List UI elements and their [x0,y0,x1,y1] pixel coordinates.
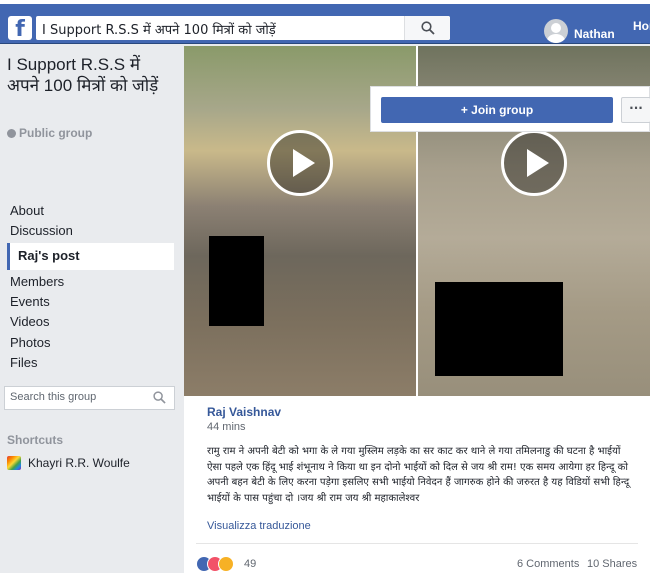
nav-about[interactable]: About [10,201,44,221]
more-options-button[interactable]: ··· [621,97,650,123]
divider [196,543,638,544]
search-button[interactable] [404,16,450,40]
search-icon [153,391,166,404]
group-title[interactable]: I Support R.S.S में अपने 100 मित्रों को … [7,54,167,96]
rainbow-icon [7,456,21,470]
nav-files[interactable]: Files [10,353,37,373]
profile-name-link[interactable]: Nathan [574,27,615,41]
reaction-count: 49 [244,558,257,570]
see-translation-link[interactable]: Visualizza traduzione [207,520,311,532]
group-privacy: Public group [7,126,92,140]
censor-block [435,282,563,376]
nav-raj-post[interactable]: Raj's post [7,243,174,270]
top-bar: f I Support R.S.S में अपने 100 मित्रों क… [0,0,650,44]
shortcuts-heading: Shortcuts [7,433,64,447]
home-link[interactable]: Hom [633,19,650,33]
shortcut-label: Khayri R.R. Woulfe [28,456,130,470]
censor-block [209,236,264,326]
nav-videos[interactable]: Videos [10,312,50,332]
avatar[interactable] [544,19,568,43]
wow-icon [218,556,234,572]
play-icon[interactable] [267,130,333,196]
shortcut-item[interactable]: Khayri R.R. Woulfe [7,456,130,470]
join-group-panel: + Join group ··· [370,86,650,132]
nav-photos[interactable]: Photos [10,333,50,353]
globe-icon [7,129,16,138]
search-input[interactable]: I Support R.S.S में अपने 100 मित्रों को … [36,16,450,40]
nav-events[interactable]: Events [10,292,50,312]
post-author[interactable]: Raj Vaishnav [207,405,281,419]
privacy-label: Public group [19,126,93,140]
nav-members[interactable]: Members [10,272,64,292]
shares-count-link[interactable]: 10 Shares [587,558,637,570]
post-timestamp[interactable]: 44 mins [207,421,246,433]
join-group-button[interactable]: + Join group [381,97,613,123]
nav-raj-post-label: Raj's post [18,248,80,263]
facebook-logo[interactable]: f [8,16,32,40]
post-text: रामु राम ने अपनी बेटी को भगा के ले गया म… [207,446,630,504]
search-value: I Support R.S.S में अपने 100 मित्रों को … [42,23,276,38]
play-icon[interactable] [501,130,567,196]
group-search-placeholder: Search this group [10,391,97,403]
comments-count-link[interactable]: 6 Comments [517,558,579,570]
nav-discussion[interactable]: Discussion [10,221,73,241]
group-search-input[interactable]: Search this group [4,386,175,410]
blue-navbar: f I Support R.S.S में अपने 100 मित्रों क… [0,4,650,44]
search-icon [421,21,435,35]
